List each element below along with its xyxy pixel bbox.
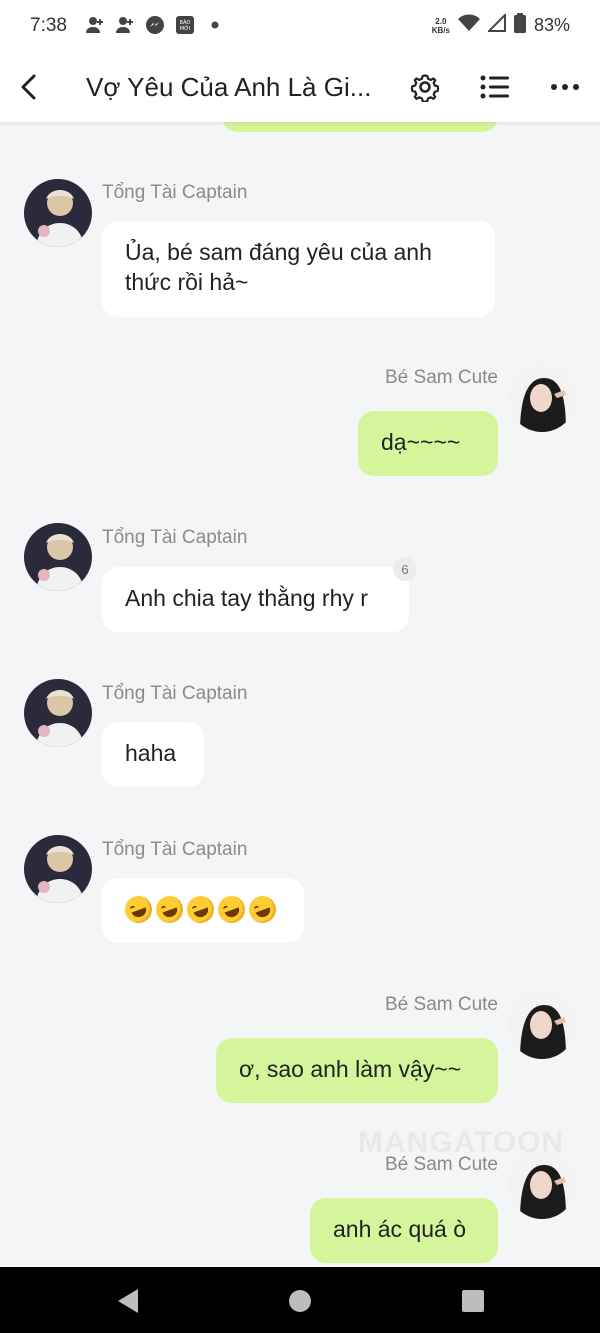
message-bubble[interactable]: anh ác quá ò: [310, 1198, 498, 1263]
previous-message-bubble: [222, 122, 498, 132]
chat-header: Vợ Yêu Của Anh Là Gi...: [0, 52, 600, 122]
net-speed: 2.0 KB/s: [432, 17, 450, 35]
message-bubble[interactable]: dạ~~~~: [358, 411, 498, 476]
avatar-be-sam-cute[interactable]: [508, 991, 576, 1059]
message-bubble[interactable]: ơ, sao anh làm vậy~~: [216, 1038, 498, 1103]
avatar-be-sam-cute[interactable]: [508, 364, 576, 432]
user-add-icon: [114, 14, 136, 36]
battery-icon: [513, 13, 526, 38]
nav-back-button[interactable]: [114, 1287, 142, 1315]
sender-name: Tổng Tài Captain: [102, 182, 248, 203]
sender-name: Bé Sam Cute: [385, 1154, 498, 1175]
message-bubble[interactable]: Ủa, bé sam đáng yêu của anh thức rồi hả~: [102, 221, 495, 317]
settings-button[interactable]: [407, 69, 443, 105]
messenger-icon: [144, 14, 166, 36]
status-bar: 7:38 BÁO MỚI 2.0 KB/s 83%: [0, 0, 600, 52]
signal-icon: [486, 12, 506, 37]
dot-icon: [204, 14, 226, 36]
wifi-icon: [457, 14, 480, 37]
rolling-laughing-emoji-icon: [214, 891, 249, 927]
comment-count-badge[interactable]: 6: [393, 557, 417, 581]
status-notification-icons: BÁO MỚI: [84, 14, 226, 36]
rolling-laughing-emoji-icon: [183, 891, 218, 927]
sender-name: Tổng Tài Captain: [102, 527, 248, 548]
sender-name: Tổng Tài Captain: [102, 683, 248, 704]
emoji-message-bubble[interactable]: [102, 878, 304, 943]
battery-percent: 83%: [533, 15, 570, 35]
avatar-tong-tai-captain[interactable]: [24, 679, 92, 747]
emoji-row: [121, 891, 281, 927]
avatar-tong-tai-captain[interactable]: [24, 835, 92, 903]
rolling-laughing-emoji-icon: [152, 891, 187, 927]
chat-title: Vợ Yêu Của Anh Là Gi...: [86, 72, 372, 102]
gear-icon: [410, 74, 440, 102]
circle-home-icon: [289, 1290, 311, 1312]
sender-name: Bé Sam Cute: [385, 367, 498, 388]
avatar-be-sam-cute[interactable]: [508, 1151, 576, 1219]
triangle-back-icon: [118, 1289, 138, 1313]
net-speed-unit: KB/s: [431, 25, 450, 35]
sender-name: Tổng Tài Captain: [102, 839, 248, 860]
baomoi-icon: BÁO MỚI: [174, 14, 196, 36]
more-button[interactable]: [547, 69, 583, 105]
sender-name: Bé Sam Cute: [385, 994, 498, 1015]
message-bubble[interactable]: haha: [102, 722, 204, 787]
list-icon: [480, 75, 509, 99]
system-navigation-bar: [0, 1267, 600, 1333]
svg-text:MỚI: MỚI: [180, 25, 190, 32]
chat-area[interactable]: MANGATOON Tổng Tài Captain Ủa, bé sam đá…: [0, 122, 600, 1267]
rolling-laughing-emoji-icon: [121, 891, 156, 927]
back-button[interactable]: [12, 68, 46, 106]
nav-recents-button[interactable]: [459, 1287, 487, 1315]
net-speed-value: 2.0: [435, 16, 447, 26]
nav-home-button[interactable]: [286, 1287, 314, 1315]
status-system-icons: 2.0 KB/s 83%: [432, 12, 570, 38]
avatar-tong-tai-captain[interactable]: [24, 179, 92, 247]
user-add-icon: [84, 14, 106, 36]
status-time: 7:38: [30, 15, 67, 36]
more-icon: [551, 84, 579, 90]
back-icon: [21, 74, 36, 100]
svg-text:BÁO: BÁO: [180, 19, 191, 26]
avatar-tong-tai-captain[interactable]: [24, 523, 92, 591]
message-bubble[interactable]: Anh chia tay thằng rhy r: [102, 567, 409, 632]
square-recents-icon: [462, 1290, 484, 1312]
rolling-laughing-emoji-icon: [245, 891, 280, 927]
chapter-list-button[interactable]: [477, 69, 513, 105]
